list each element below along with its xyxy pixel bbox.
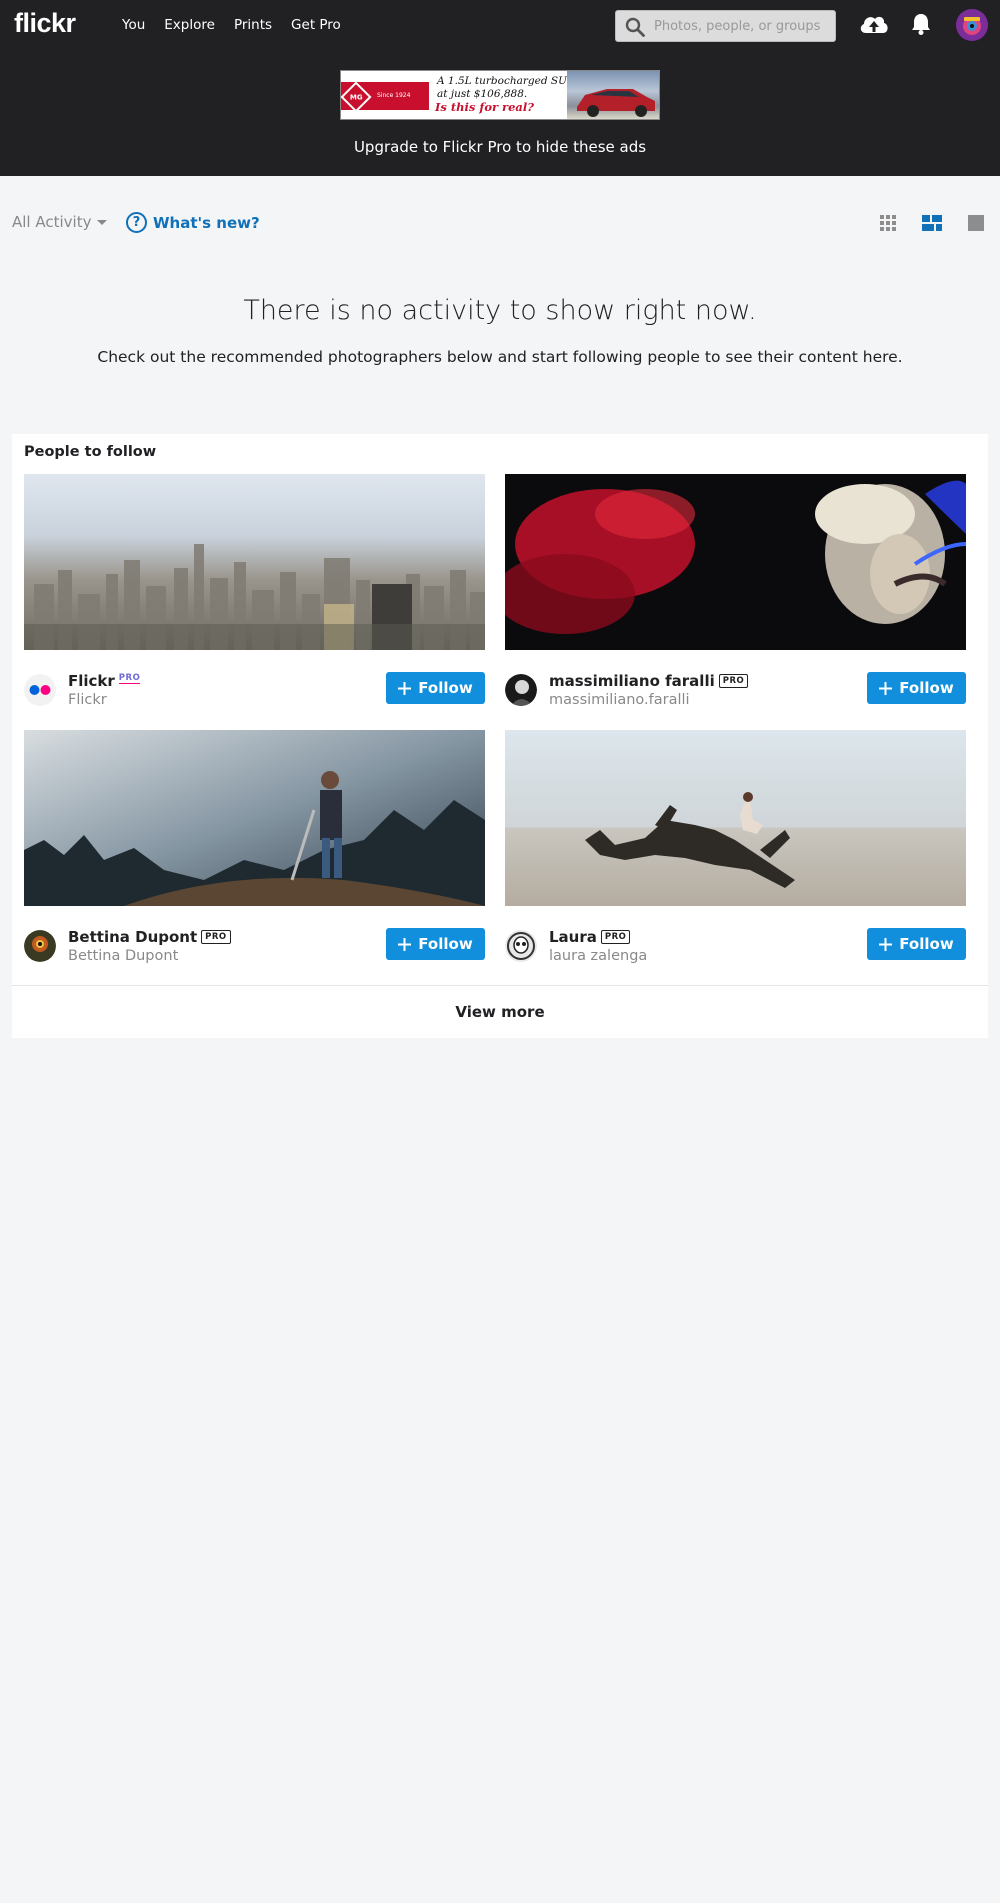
- person-card: massimiliano faralli PRO massimiliano.far…: [505, 474, 966, 708]
- bell-icon[interactable]: [910, 12, 932, 36]
- person-card: Laura PRO laura zalenga Follow: [505, 730, 966, 964]
- follow-button[interactable]: Follow: [386, 672, 485, 704]
- nav-get-pro[interactable]: Get Pro: [291, 17, 341, 33]
- follow-button[interactable]: Follow: [867, 928, 966, 960]
- ad-headline-1: A 1.5L turbocharged SUV: [437, 75, 575, 87]
- pro-badge: PRO: [118, 673, 141, 684]
- person-username: massimiliano.faralli: [549, 692, 690, 708]
- person-username: Bettina Dupont: [68, 948, 179, 964]
- top-navigation-bar: flickr You Explore Prints Get Pro: [0, 0, 1000, 50]
- follow-button[interactable]: Follow: [386, 928, 485, 960]
- person-meta: Bettina Dupont PRO Bettina Dupont Follow: [24, 928, 485, 968]
- justified-view-icon[interactable]: [922, 214, 942, 232]
- help-icon: ?: [126, 212, 147, 233]
- avatar[interactable]: [505, 674, 537, 706]
- avatar[interactable]: [956, 9, 988, 41]
- upgrade-link[interactable]: Upgrade to Flickr Pro to hide these ads: [0, 138, 1000, 156]
- people-to-follow-panel: People to follow Flickr PRO Flickr Follo…: [12, 434, 988, 1038]
- main-nav: You Explore Prints Get Pro: [122, 0, 360, 50]
- ad-area: MG Since 1924 A 1.5L turbocharged SUV at…: [0, 50, 1000, 176]
- person-name[interactable]: massimiliano faralli PRO: [549, 672, 749, 690]
- person-photo-sword-hill[interactable]: [24, 730, 485, 906]
- person-name[interactable]: Bettina Dupont PRO: [68, 928, 231, 946]
- nav-explore[interactable]: Explore: [164, 17, 215, 33]
- search-box: [615, 10, 836, 42]
- grid-view-icon[interactable]: [879, 214, 897, 232]
- activity-filter-dropdown[interactable]: All Activity: [12, 213, 108, 231]
- whats-new-link[interactable]: ? What's new?: [126, 212, 260, 233]
- person-photo-city-skyline[interactable]: [24, 474, 485, 650]
- person-photo-portrait-red-blue[interactable]: [505, 474, 966, 650]
- plus-icon: [398, 681, 412, 695]
- plus-icon: [398, 937, 412, 951]
- person-username: Flickr: [68, 692, 107, 708]
- ad-since-text: Since 1924: [377, 92, 411, 99]
- whats-new-label: What's new?: [153, 213, 260, 232]
- follow-button[interactable]: Follow: [867, 672, 966, 704]
- ad-banner[interactable]: MG Since 1924 A 1.5L turbocharged SUV at…: [340, 70, 660, 120]
- person-card: Bettina Dupont PRO Bettina Dupont Follow: [24, 730, 485, 964]
- people-to-follow-title: People to follow: [24, 444, 157, 460]
- ad-headline-3: Is this for real?: [435, 100, 534, 114]
- view-more-button[interactable]: View more: [12, 986, 988, 1038]
- nav-you[interactable]: You: [122, 17, 145, 33]
- pro-badge: PRO: [201, 930, 231, 944]
- ad-car-image: [567, 71, 659, 119]
- pro-badge: PRO: [718, 674, 749, 688]
- nav-prints[interactable]: Prints: [234, 17, 272, 33]
- person-name[interactable]: Laura PRO: [549, 928, 631, 946]
- single-view-icon[interactable]: [967, 214, 985, 232]
- person-card: Flickr PRO Flickr Follow: [24, 474, 485, 708]
- search-input[interactable]: [654, 15, 830, 37]
- plus-icon: [879, 681, 893, 695]
- empty-state-subtitle: Check out the recommended photographers …: [97, 348, 903, 366]
- ad-headline-2: at just $106,888.: [437, 88, 528, 100]
- activity-filter-label: All Activity: [12, 213, 92, 231]
- avatar[interactable]: [24, 930, 56, 962]
- person-photo-driftwood-beach[interactable]: [505, 730, 966, 906]
- avatar[interactable]: [24, 674, 56, 706]
- avatar[interactable]: [505, 930, 537, 962]
- person-meta: Flickr PRO Flickr Follow: [24, 672, 485, 712]
- person-meta: massimiliano faralli PRO massimiliano.far…: [505, 672, 966, 712]
- person-meta: Laura PRO laura zalenga Follow: [505, 928, 966, 968]
- plus-icon: [879, 937, 893, 951]
- person-name[interactable]: Flickr PRO: [68, 672, 141, 690]
- chevron-down-icon: [97, 220, 108, 225]
- person-username: laura zalenga: [549, 948, 648, 964]
- upload-icon[interactable]: [858, 11, 890, 37]
- pro-badge: PRO: [600, 930, 631, 944]
- search-icon[interactable]: [625, 17, 645, 37]
- empty-state-title: There is no activity to show right now.: [243, 295, 757, 326]
- flickr-logo[interactable]: flickr: [14, 8, 76, 39]
